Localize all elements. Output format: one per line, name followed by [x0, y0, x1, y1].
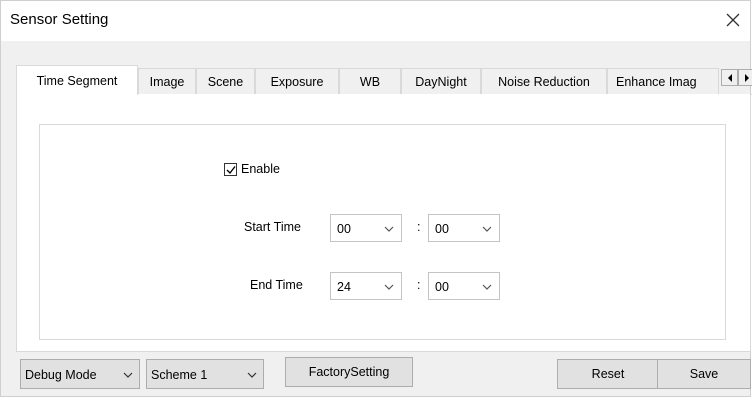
tab-daynight[interactable]: DayNight	[401, 68, 481, 94]
start-time-label: Start Time	[244, 220, 301, 234]
start-hour-select[interactable]: 00	[330, 214, 402, 242]
tab-exposure[interactable]: Exposure	[255, 68, 339, 94]
start-time-separator: :	[417, 220, 421, 234]
chevron-down-icon	[123, 372, 133, 378]
end-hour-select[interactable]: 24	[330, 272, 402, 300]
start-hour-value: 00	[337, 222, 351, 236]
debug-mode-value: Debug Mode	[25, 368, 97, 382]
end-minute-select[interactable]: 00	[428, 272, 500, 300]
reset-button[interactable]: Reset	[557, 359, 659, 389]
end-minute-value: 00	[435, 280, 449, 294]
title-bar: Sensor Setting	[1, 1, 750, 41]
chevron-down-icon	[384, 284, 394, 290]
tab-image[interactable]: Image	[138, 68, 196, 94]
start-minute-select[interactable]: 00	[428, 214, 500, 242]
enable-label: Enable	[241, 162, 280, 176]
time-segment-panel: Enable Start Time 00 : 00 End Time 24 : …	[16, 94, 751, 352]
chevron-down-icon	[384, 226, 394, 232]
tab-wb[interactable]: WB	[339, 68, 401, 94]
scheme-value: Scheme 1	[151, 368, 208, 382]
tab-noise-reduction[interactable]: Noise Reduction	[481, 68, 607, 94]
check-icon	[226, 166, 236, 175]
end-time-label: End Time	[250, 278, 303, 292]
close-button[interactable]	[722, 9, 744, 31]
arrow-left-icon	[727, 73, 732, 82]
debug-mode-select[interactable]: Debug Mode	[20, 359, 140, 389]
enable-checkbox[interactable]	[224, 163, 237, 176]
tab-enhance-image[interactable]: Enhance Imag	[607, 68, 719, 94]
arrow-right-icon	[744, 73, 749, 82]
chevron-down-icon	[482, 284, 492, 290]
window-title: Sensor Setting	[10, 11, 109, 28]
factory-setting-button[interactable]: FactorySetting	[285, 357, 413, 387]
time-segment-group: Enable Start Time 00 : 00 End Time 24 : …	[39, 124, 726, 340]
tab-scene[interactable]: Scene	[196, 68, 255, 94]
chevron-down-icon	[482, 226, 492, 232]
end-time-separator: :	[417, 278, 421, 292]
close-icon	[726, 13, 740, 27]
tab-scroll-left-button[interactable]	[721, 69, 738, 86]
chevron-down-icon	[247, 372, 257, 378]
sensor-setting-window: Sensor Setting Time Segment Image Scene …	[0, 0, 752, 397]
tab-scroll-right-button[interactable]	[738, 69, 752, 86]
tab-time-segment[interactable]: Time Segment	[16, 65, 138, 95]
start-minute-value: 00	[435, 222, 449, 236]
tab-strip: Time Segment Image Scene Exposure WB Day…	[16, 65, 752, 95]
scheme-select[interactable]: Scheme 1	[146, 359, 264, 389]
save-button[interactable]: Save	[657, 359, 751, 389]
end-hour-value: 24	[337, 280, 351, 294]
